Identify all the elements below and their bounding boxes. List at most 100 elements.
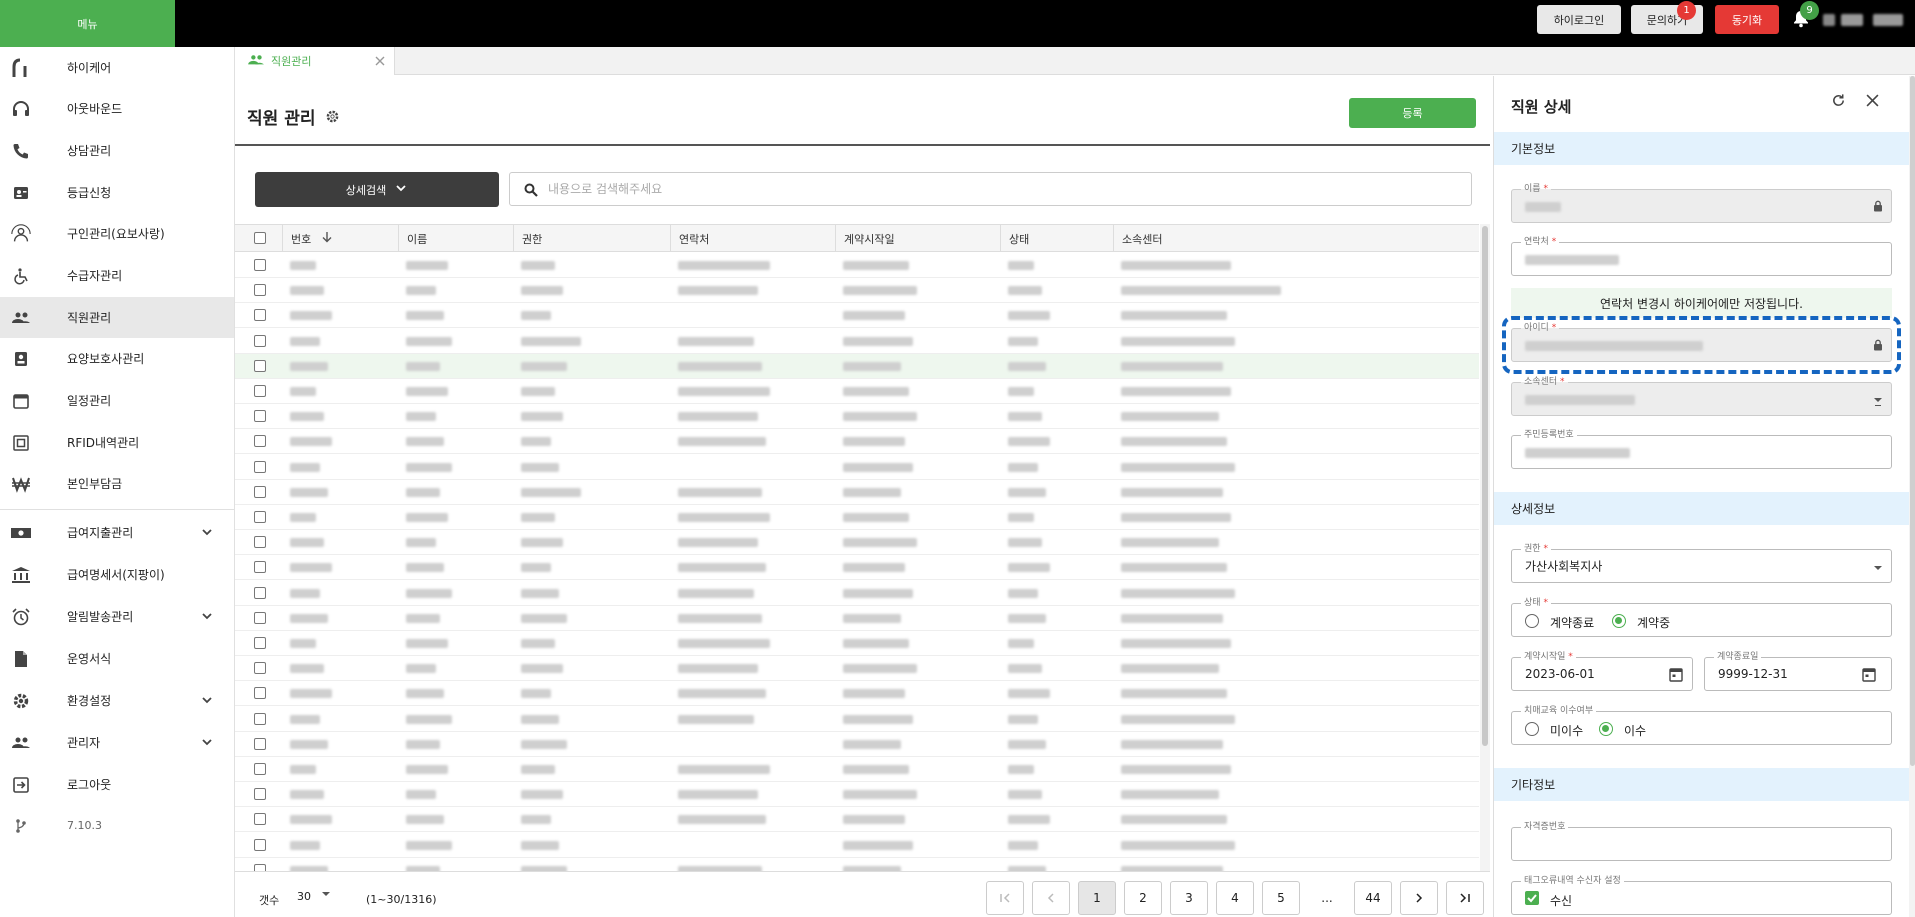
- column-header-role[interactable]: 권한: [513, 225, 670, 252]
- contract-end-field[interactable]: 계약종료일 9999-12-31: [1704, 651, 1892, 691]
- advanced-search-button[interactable]: 상세검색: [255, 172, 499, 207]
- prev-page-button[interactable]: [1032, 881, 1070, 915]
- sidebar-item-hicare[interactable]: 하이케어: [0, 47, 234, 88]
- table-row[interactable]: [235, 833, 1479, 858]
- sidebar-item-schedule[interactable]: 일정관리: [0, 380, 234, 421]
- sidebar-item-recipient[interactable]: 수급자관리: [0, 255, 234, 296]
- sidebar-item-payroll[interactable]: 급여지출관리: [0, 512, 234, 553]
- row-checkbox[interactable]: [254, 737, 266, 750]
- refresh-icon[interactable]: [1831, 93, 1846, 111]
- sidebar-item-grade[interactable]: 등급신청: [0, 172, 234, 213]
- table-row[interactable]: [235, 329, 1479, 354]
- column-header-contract-start[interactable]: 계약시작일: [835, 225, 1000, 252]
- certificate-field[interactable]: 자격증번호: [1511, 821, 1892, 861]
- row-checkbox[interactable]: [254, 485, 266, 498]
- row-checkbox[interactable]: [254, 334, 266, 347]
- tab-staff[interactable]: 직원관리: [235, 47, 395, 75]
- table-row[interactable]: [235, 782, 1479, 808]
- table-row[interactable]: [235, 530, 1479, 556]
- search-input[interactable]: [548, 179, 1448, 199]
- hi-login-button[interactable]: 하이로그인: [1537, 5, 1621, 34]
- row-checkbox[interactable]: [254, 435, 266, 448]
- last-page-button[interactable]: [1446, 881, 1484, 915]
- page-button-44[interactable]: 44: [1354, 881, 1392, 915]
- user-avatar[interactable]: [1823, 12, 1905, 28]
- close-icon[interactable]: [1866, 94, 1879, 110]
- row-checkbox[interactable]: [254, 561, 266, 574]
- edu-radio-complete[interactable]: [1599, 722, 1613, 736]
- page-button-4[interactable]: 4: [1216, 881, 1254, 915]
- row-checkbox[interactable]: [254, 536, 266, 549]
- search-box[interactable]: [509, 172, 1472, 206]
- row-checkbox[interactable]: [254, 359, 266, 372]
- table-row[interactable]: [235, 606, 1479, 631]
- page-button-3[interactable]: 3: [1170, 881, 1208, 915]
- table-row[interactable]: [235, 404, 1479, 430]
- table-row[interactable]: [235, 455, 1479, 480]
- table-row[interactable]: [235, 555, 1479, 581]
- role-select[interactable]: 권한 * 가산사회복지사: [1511, 543, 1892, 583]
- sidebar-item-recruit[interactable]: 구인관리(요보사랑): [0, 213, 234, 254]
- row-checkbox[interactable]: [254, 309, 266, 322]
- chevron-down-icon[interactable]: [200, 609, 214, 623]
- sidebar-item-rfid[interactable]: RFID내역관리: [0, 422, 234, 463]
- sidebar-item-outbound[interactable]: 아웃바운드: [0, 88, 234, 129]
- menu-header[interactable]: 메뉴: [0, 0, 175, 47]
- table-row[interactable]: [235, 253, 1479, 278]
- page-button-1[interactable]: 1: [1078, 881, 1116, 915]
- table-scrollbar[interactable]: [1480, 224, 1490, 871]
- status-radio-ended[interactable]: [1525, 614, 1539, 628]
- row-checkbox[interactable]: [254, 687, 266, 700]
- row-checkbox[interactable]: [254, 284, 266, 297]
- row-checkbox[interactable]: [254, 662, 266, 675]
- column-header-contact[interactable]: 연락처: [670, 225, 835, 252]
- table-row[interactable]: [235, 505, 1479, 530]
- column-header-number[interactable]: 번호: [282, 225, 398, 252]
- table-row[interactable]: [235, 278, 1479, 304]
- row-checkbox[interactable]: [254, 788, 266, 801]
- row-checkbox[interactable]: [254, 712, 266, 725]
- table-row[interactable]: [235, 757, 1479, 782]
- table-row[interactable]: [235, 581, 1479, 606]
- row-checkbox[interactable]: [254, 460, 266, 473]
- chevron-down-icon[interactable]: [200, 735, 214, 749]
- chevron-down-icon[interactable]: [200, 525, 214, 539]
- table-scrollbar-thumb[interactable]: [1482, 226, 1488, 746]
- sidebar-item-consult[interactable]: 상담관리: [0, 130, 234, 171]
- gear-icon[interactable]: [325, 109, 340, 129]
- column-header-center[interactable]: 소속센터: [1113, 225, 1479, 252]
- receive-checkbox[interactable]: [1525, 891, 1539, 905]
- table-row[interactable]: [235, 732, 1479, 757]
- sync-button[interactable]: 동기화: [1715, 5, 1779, 34]
- page-button-2[interactable]: 2: [1124, 881, 1162, 915]
- table-row[interactable]: [235, 379, 1479, 404]
- sidebar-item-admin[interactable]: 관리자: [0, 722, 234, 763]
- panel-scrollbar[interactable]: [1909, 76, 1915, 917]
- edu-radio-incomplete[interactable]: [1525, 722, 1539, 736]
- table-row[interactable]: [235, 858, 1479, 871]
- chevron-down-icon[interactable]: [200, 693, 214, 707]
- sidebar-item-payslip[interactable]: 급여명세서(지팡이): [0, 554, 234, 595]
- table-row[interactable]: [235, 480, 1479, 505]
- calendar-icon[interactable]: [1862, 667, 1876, 685]
- row-checkbox[interactable]: [254, 611, 266, 624]
- sidebar-item-alarm[interactable]: 알림발송관리: [0, 596, 234, 637]
- row-checkbox[interactable]: [254, 813, 266, 826]
- contact-field[interactable]: 연락처 *: [1511, 236, 1892, 276]
- select-all-checkbox[interactable]: [254, 232, 266, 244]
- sidebar-item-copay[interactable]: 본인부담금: [0, 463, 234, 504]
- row-checkbox[interactable]: [254, 259, 266, 271]
- register-button[interactable]: 등록: [1349, 98, 1476, 128]
- status-radio-active[interactable]: [1612, 614, 1626, 628]
- close-icon[interactable]: [375, 56, 385, 69]
- table-row[interactable]: [235, 681, 1479, 707]
- table-row[interactable]: [235, 656, 1479, 682]
- sidebar-item-caregiver[interactable]: 요양보호사관리: [0, 338, 234, 379]
- panel-scrollbar-thumb[interactable]: [1910, 76, 1915, 766]
- table-row[interactable]: [235, 429, 1479, 455]
- row-checkbox[interactable]: [254, 586, 266, 599]
- table-row[interactable]: [235, 631, 1479, 656]
- row-checkbox[interactable]: [254, 838, 266, 851]
- row-checkbox[interactable]: [254, 763, 266, 775]
- calendar-icon[interactable]: [1669, 667, 1683, 685]
